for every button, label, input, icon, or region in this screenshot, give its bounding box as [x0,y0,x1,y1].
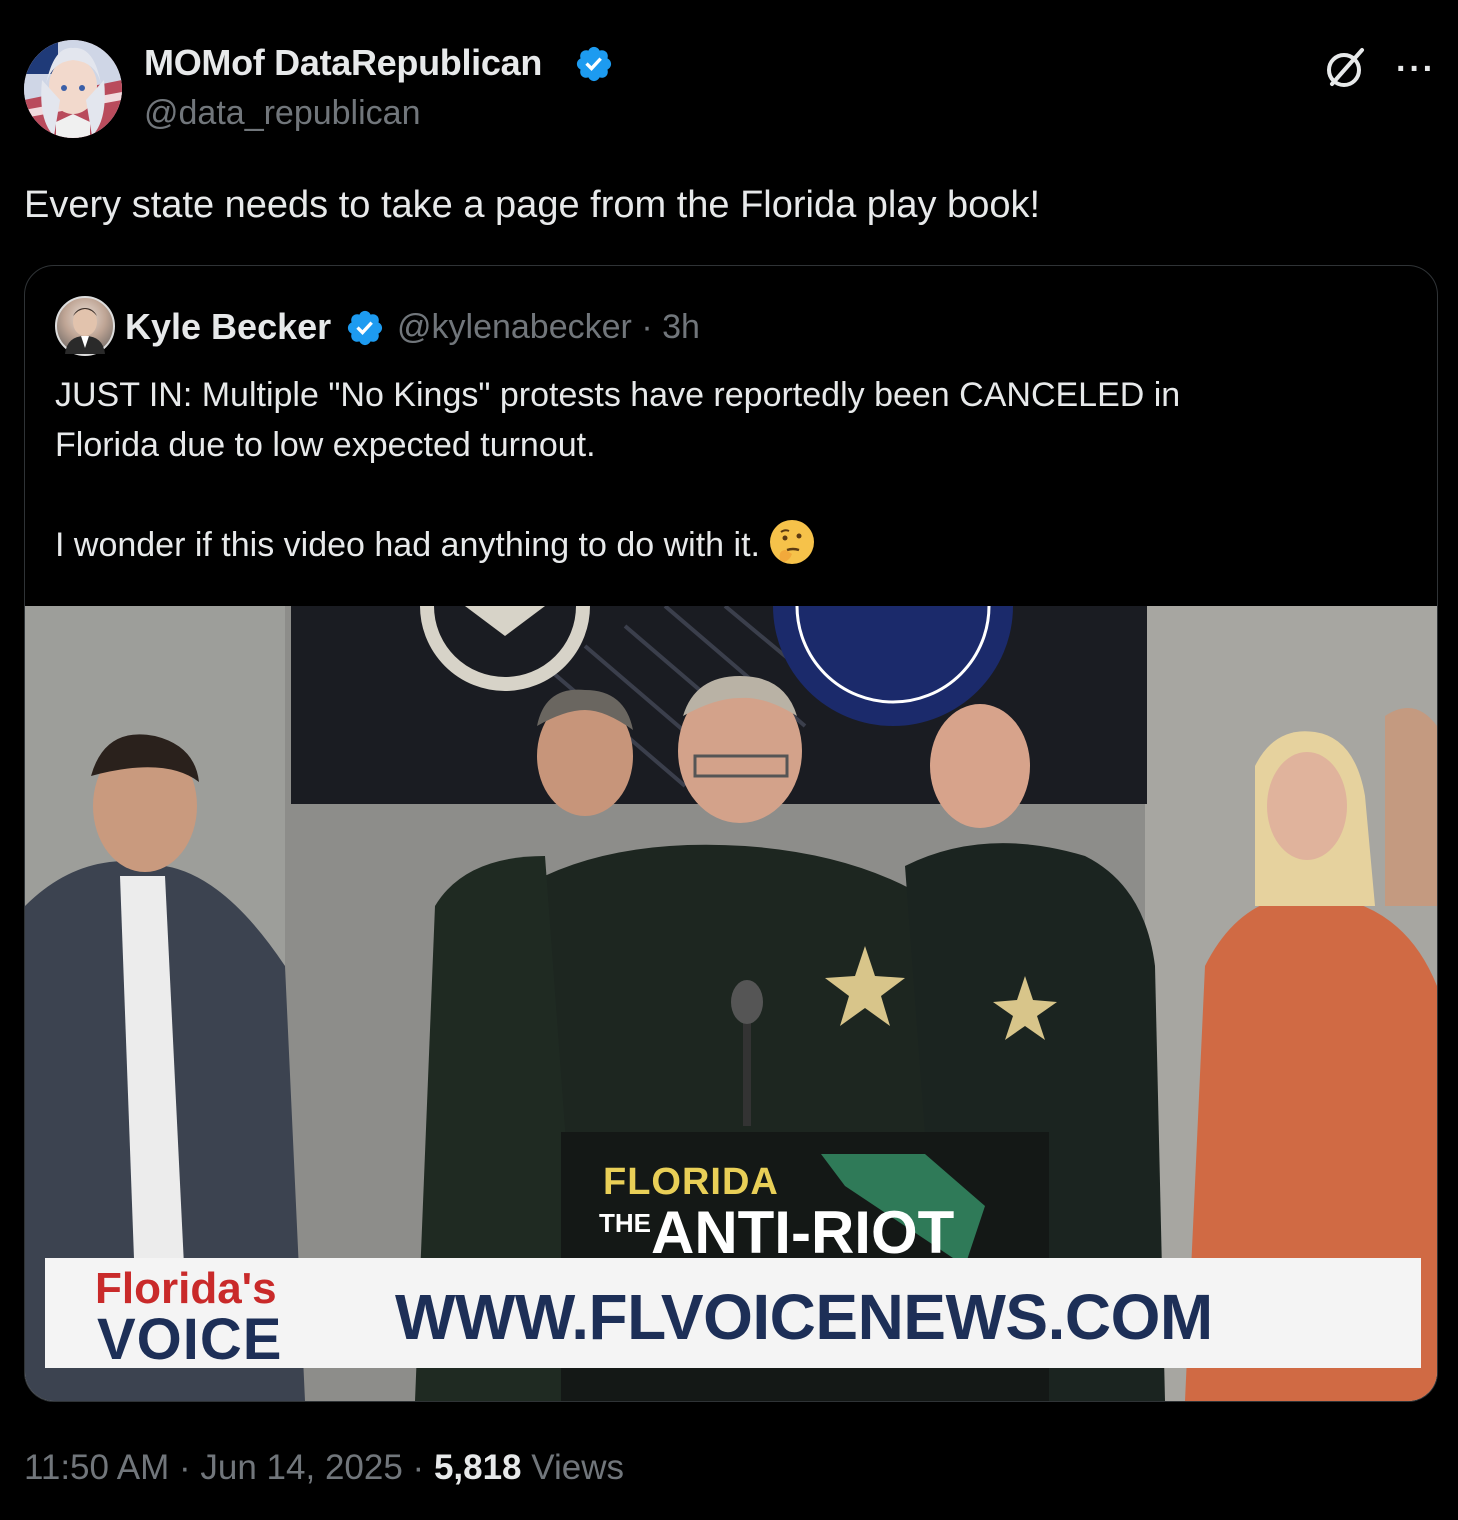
post-meta: 11:50 AM · Jun 14, 2025 · 5,818 Views [24,1448,624,1488]
video-thumbnail[interactable]: FLORIDA THE ANTI-RIOT Florida's VOICE WW… [25,606,1437,1401]
quoted-text-line-1: JUST IN: Multiple "No Kings" protests ha… [55,376,1181,414]
post-date[interactable]: Jun 14, 2025 [200,1448,402,1487]
verified-badge-icon [347,310,383,346]
podium-sign-anti-riot: ANTI-RIOT [651,1199,955,1266]
caption-url: WWW.FLVOICENEWS.COM [395,1281,1213,1353]
more-icon[interactable]: ··· [1396,50,1436,89]
thinking-face-emoji [769,520,814,564]
author-name[interactable]: MOMof DataRepublican [144,42,542,84]
quoted-post-card[interactable]: Kyle Becker @kylenabecker · 3h JUST IN: … [24,265,1438,1402]
views-count: 5,818 [433,1448,522,1487]
post-time[interactable]: 11:50 AM [24,1448,169,1487]
podium-sign-the: THE [599,1208,651,1238]
quoted-author-meta: @kylenabecker · 3h [397,308,700,347]
post-text: Every state needs to take a page from th… [24,184,1041,226]
grok-icon[interactable] [1322,44,1370,92]
author-handle[interactable]: @data_republican [144,94,420,133]
quoted-author-avatar[interactable] [55,296,115,356]
quoted-post-age[interactable]: 3h [662,308,700,346]
quoted-text-line-2: Florida due to low expected turnout. [55,426,596,464]
separator-dot: · [641,308,653,346]
separator-dot: · [412,1448,425,1487]
quoted-text-line-3: I wonder if this video had anything to d… [55,526,760,564]
separator-dot: · [179,1448,191,1487]
video-caption-bar: Florida's VOICE WWW.FLVOICENEWS.COM [45,1258,1421,1372]
quoted-text-line-3-wrap: I wonder if this video had anything to d… [55,520,1395,570]
verified-badge-icon [576,46,612,82]
quoted-post-text: JUST IN: Multiple "No Kings" protests ha… [55,370,1395,570]
quoted-author-handle[interactable]: @kylenabecker [397,308,632,346]
views-label: Views [531,1448,624,1487]
floridas-voice-logo-line2: VOICE [97,1307,283,1372]
quoted-author-name[interactable]: Kyle Becker [125,306,331,348]
author-avatar[interactable] [24,40,122,138]
